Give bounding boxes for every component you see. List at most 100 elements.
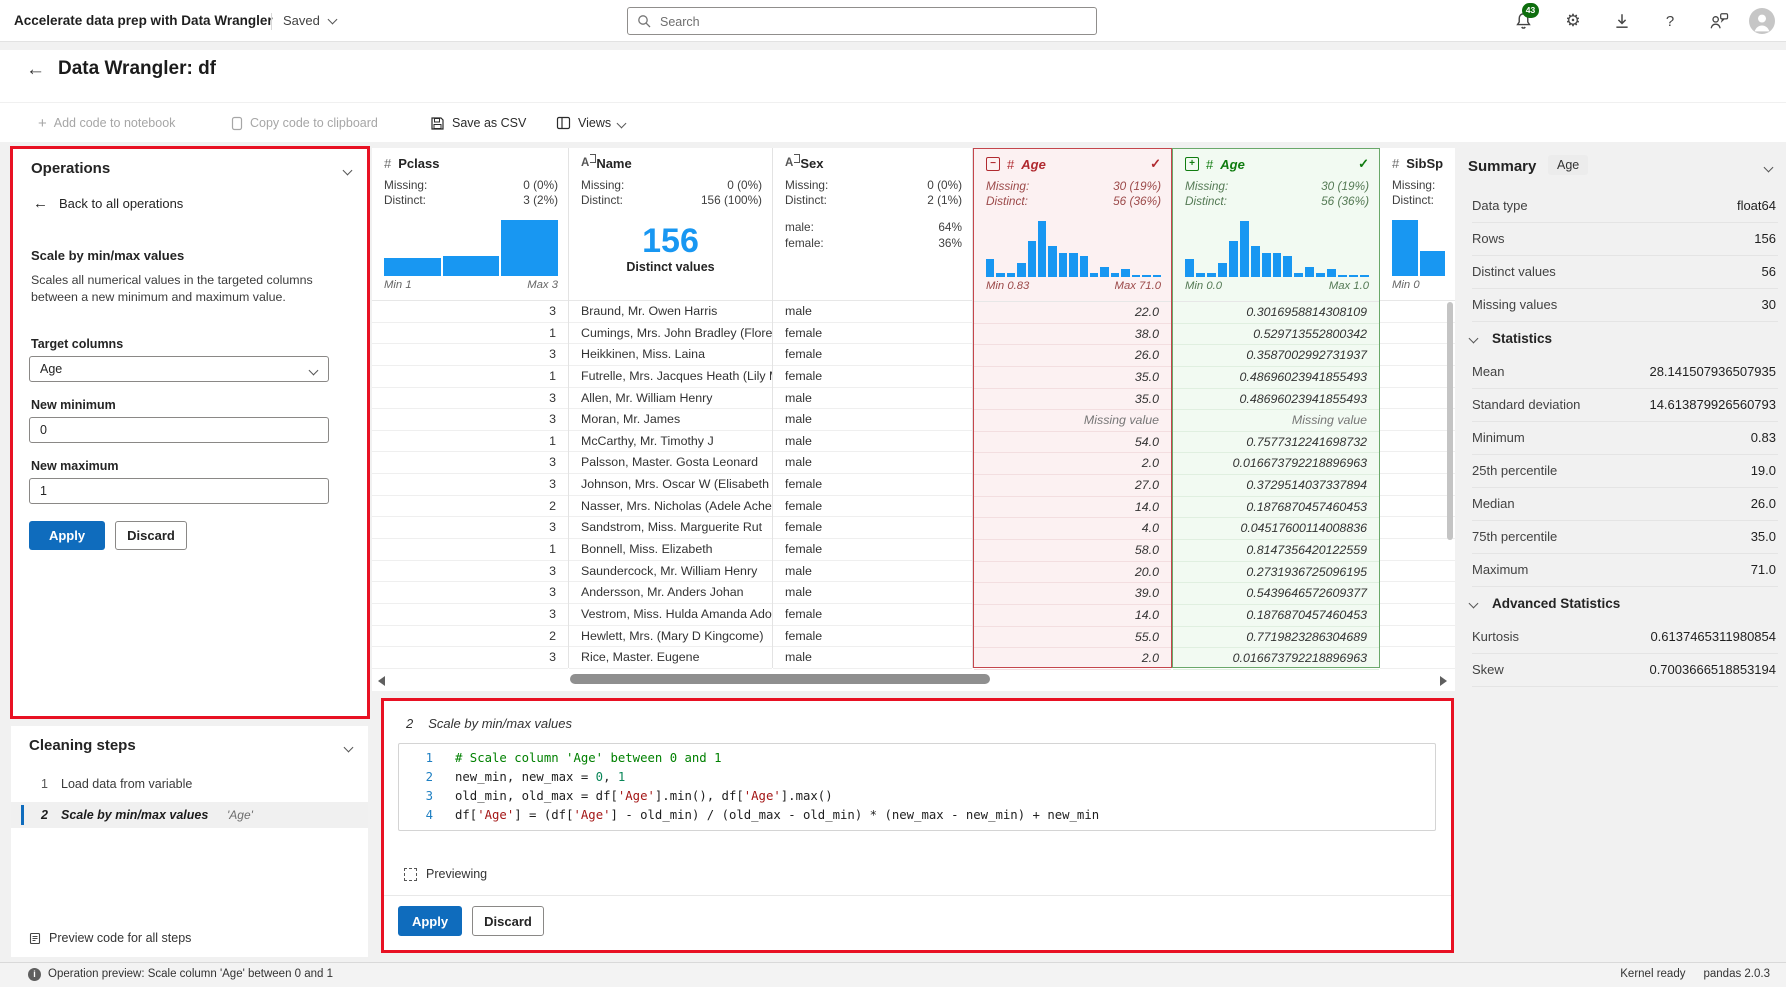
- apply-code-button[interactable]: Apply: [398, 906, 462, 936]
- grid-cell[interactable]: 0.48696023941855493: [1173, 367, 1379, 389]
- collapse-cleaning-steps-chevron-icon[interactable]: [343, 742, 354, 753]
- grid-cell[interactable]: 1: [372, 323, 568, 345]
- grid-cell[interactable]: 27.0: [974, 475, 1171, 497]
- new-maximum-input[interactable]: [29, 478, 329, 504]
- grid-cell[interactable]: 0.8147356420122559: [1173, 540, 1379, 562]
- statistics-section-header[interactable]: Statistics: [1462, 322, 1786, 356]
- grid-cell[interactable]: 3: [372, 344, 568, 366]
- grid-cell[interactable]: 4.0: [974, 518, 1171, 541]
- grid-cell[interactable]: 35.0: [974, 367, 1171, 389]
- grid-cell[interactable]: 0.529713552800342: [1173, 324, 1379, 346]
- grid-cell[interactable]: female: [773, 496, 972, 518]
- grid-cell[interactable]: male: [773, 582, 972, 604]
- grid-cell[interactable]: [1380, 626, 1455, 648]
- grid-cell[interactable]: Vestrom, Miss. Hulda Amanda Adolf: [569, 604, 772, 626]
- grid-cell[interactable]: 22.0: [974, 302, 1171, 324]
- grid-cell[interactable]: 3: [372, 388, 568, 410]
- grid-cell[interactable]: 3: [372, 474, 568, 496]
- grid-cell[interactable]: Saundercock, Mr. William Henry: [569, 561, 772, 583]
- grid-cell[interactable]: female: [773, 626, 972, 648]
- scroll-right-arrow-icon[interactable]: [1440, 676, 1447, 686]
- new-minimum-input[interactable]: [29, 417, 329, 443]
- grid-cell[interactable]: Bonnell, Miss. Elizabeth: [569, 539, 772, 561]
- column-header-age-original[interactable]: − # Age ✓: [986, 154, 1161, 174]
- grid-cell[interactable]: 0.3587002992731937: [1173, 345, 1379, 367]
- grid-cell[interactable]: male: [773, 647, 972, 669]
- grid-cell[interactable]: 0.5439646572609377: [1173, 583, 1379, 605]
- search-input[interactable]: [658, 10, 1082, 34]
- grid-cell[interactable]: 0.7577312241698732: [1173, 432, 1379, 454]
- grid-cell[interactable]: [1380, 496, 1455, 518]
- grid-cell[interactable]: [1380, 474, 1455, 496]
- grid-cell[interactable]: [1380, 561, 1455, 583]
- grid-cell[interactable]: male: [773, 409, 972, 431]
- grid-cell[interactable]: female: [773, 604, 972, 626]
- grid-cell[interactable]: 3: [372, 452, 568, 475]
- grid-cell[interactable]: 26.0: [974, 345, 1171, 367]
- grid-cell[interactable]: male: [773, 561, 972, 583]
- grid-cell[interactable]: Sandstrom, Miss. Marguerite Rut: [569, 517, 772, 540]
- grid-cell[interactable]: 38.0: [974, 324, 1171, 346]
- add-code-to-notebook-button[interactable]: + Add code to notebook: [38, 103, 175, 143]
- grid-cell[interactable]: female: [773, 474, 972, 496]
- grid-cell[interactable]: Rice, Master. Eugene: [569, 647, 772, 669]
- grid-cell[interactable]: 0.016673792218896963: [1173, 648, 1379, 670]
- grid-cell[interactable]: 3: [372, 409, 568, 431]
- grid-cell[interactable]: [1380, 409, 1455, 431]
- grid-cell[interactable]: 2: [372, 626, 568, 648]
- grid-cell[interactable]: 2.0: [974, 648, 1171, 670]
- back-button[interactable]: ←: [26, 59, 45, 81]
- column-header-pclass[interactable]: # Pclass: [384, 153, 558, 173]
- column-header-age-scaled[interactable]: + # Age ✓: [1185, 154, 1369, 174]
- grid-cell[interactable]: male: [773, 452, 972, 475]
- grid-cell[interactable]: Hewlett, Mrs. (Mary D Kingcome): [569, 626, 772, 648]
- grid-cell[interactable]: [1380, 517, 1455, 540]
- grid-cell[interactable]: [1380, 431, 1455, 453]
- grid-cell[interactable]: 3: [372, 561, 568, 583]
- grid-cell[interactable]: Heikkinen, Miss. Laina: [569, 344, 772, 366]
- grid-cell[interactable]: 1: [372, 539, 568, 561]
- grid-cell[interactable]: Johnson, Mrs. Oscar W (Elisabeth Vil: [569, 474, 772, 496]
- grid-cell[interactable]: Braund, Mr. Owen Harris: [569, 301, 772, 323]
- saved-dropdown[interactable]: Saved: [283, 0, 338, 42]
- horizontal-scrollbar[interactable]: [372, 672, 1455, 690]
- grid-cell[interactable]: [1380, 366, 1455, 388]
- advanced-statistics-section-header[interactable]: Advanced Statistics: [1462, 587, 1786, 621]
- grid-cell[interactable]: [1380, 582, 1455, 604]
- grid-cell[interactable]: 14.0: [974, 605, 1171, 627]
- cleaning-step-2[interactable]: 2 Scale by min/max values 'Age': [11, 802, 368, 828]
- grid-cell[interactable]: 20.0: [974, 562, 1171, 584]
- grid-cell[interactable]: 54.0: [974, 432, 1171, 454]
- feedback-button[interactable]: [1706, 0, 1732, 42]
- grid-cell[interactable]: Palsson, Master. Gosta Leonard: [569, 452, 772, 475]
- grid-cell[interactable]: 3: [372, 301, 568, 323]
- copy-code-button[interactable]: Copy code to clipboard: [231, 103, 378, 143]
- notifications-button[interactable]: 43: [1510, 0, 1539, 42]
- grid-cell[interactable]: 0.04517600114008836: [1173, 518, 1379, 541]
- help-button[interactable]: ?: [1657, 0, 1683, 42]
- grid-cell[interactable]: McCarthy, Mr. Timothy J: [569, 431, 772, 453]
- grid-cell[interactable]: 1: [372, 431, 568, 453]
- discard-operation-button[interactable]: Discard: [115, 521, 187, 550]
- grid-cell[interactable]: male: [773, 301, 972, 323]
- grid-cell[interactable]: Nasser, Mrs. Nicholas (Adele Achem: [569, 496, 772, 518]
- grid-cell[interactable]: male: [773, 431, 972, 453]
- grid-cell[interactable]: Cumings, Mrs. John Bradley (Florenc: [569, 323, 772, 345]
- grid-cell[interactable]: Andersson, Mr. Anders Johan: [569, 582, 772, 604]
- grid-cell[interactable]: 35.0: [974, 389, 1171, 411]
- discard-code-button[interactable]: Discard: [472, 906, 544, 936]
- grid-cell[interactable]: 2.0: [974, 453, 1171, 476]
- target-columns-select[interactable]: Age: [29, 356, 329, 382]
- grid-cell[interactable]: 0.7719823286304689: [1173, 627, 1379, 649]
- settings-button[interactable]: ⚙: [1560, 0, 1586, 42]
- grid-cell[interactable]: 2: [372, 496, 568, 518]
- grid-cell[interactable]: [1380, 452, 1455, 475]
- grid-cell[interactable]: [1380, 344, 1455, 366]
- grid-cell[interactable]: Futrelle, Mrs. Jacques Heath (Lily Ma: [569, 366, 772, 388]
- column-header-name[interactable]: A Name: [581, 153, 762, 173]
- grid-cell[interactable]: female: [773, 344, 972, 366]
- grid-cell[interactable]: [1380, 604, 1455, 626]
- grid-cell[interactable]: female: [773, 323, 972, 345]
- grid-cell[interactable]: 3: [372, 517, 568, 540]
- preview-code-all-steps-link[interactable]: Preview code for all steps: [29, 931, 191, 945]
